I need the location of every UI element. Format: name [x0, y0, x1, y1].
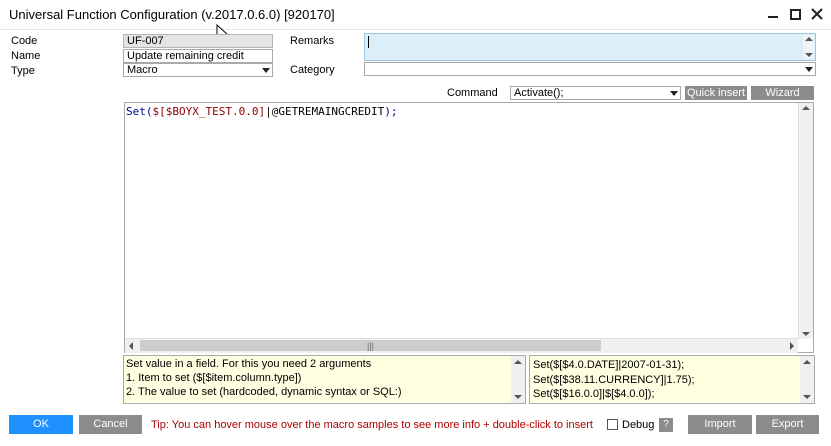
scroll-up-icon [802, 106, 810, 110]
macro-sample-item[interactable]: Set($[$38.11.CURRENCY]|1.75); [533, 373, 695, 388]
scroll-right-icon [790, 342, 794, 350]
maximize-button[interactable] [786, 5, 804, 23]
command-value: Activate(); [514, 87, 564, 99]
command-select[interactable]: Activate(); [510, 86, 681, 100]
macro-sample-item[interactable]: Set($[$4.0.DATE]|2007-01-31); [533, 358, 695, 373]
macro-editor[interactable] [124, 102, 814, 353]
text-caret [368, 36, 369, 48]
code-field-ref: $[$BOYX_TEST.0.0] [152, 105, 266, 118]
code-label: Code [11, 35, 38, 47]
ok-button[interactable]: OK [9, 415, 73, 434]
type-label: Type [11, 65, 35, 77]
chevron-down-icon [261, 65, 270, 76]
quick-insert-button[interactable]: Quick insert [685, 86, 747, 100]
chevron-down-icon [669, 88, 678, 99]
import-button[interactable]: Import [688, 415, 752, 434]
help-line: 2. The value to set (hardcoded, dynamic … [126, 386, 402, 398]
type-value: Macro [127, 64, 158, 76]
category-select[interactable] [364, 62, 816, 76]
scroll-up-icon [514, 360, 522, 364]
code-separator: | [265, 105, 272, 118]
horizontal-scroll-thumb[interactable]: ||| [140, 340, 601, 351]
close-button[interactable] [808, 5, 826, 23]
scroll-up-icon [803, 360, 811, 364]
scroll-down-icon [514, 395, 522, 399]
code-close: ); [384, 105, 398, 118]
remarks-label: Remarks [290, 35, 335, 47]
debug-label: Debug [622, 419, 655, 431]
macro-sample-item[interactable]: Set($[$16.0.0]|$[$4.0.0]); [533, 387, 695, 402]
code-field[interactable]: UF-007 [123, 34, 273, 48]
name-label: Name [11, 50, 41, 62]
maximize-icon [789, 8, 801, 20]
help-line: 1. Item to set ($[$item.column.type]) [126, 372, 302, 384]
type-select[interactable]: Macro [123, 63, 273, 77]
chevron-down-icon [804, 64, 813, 75]
macro-samples-list: Set($[$4.0.DATE]|2007-01-31); Set($[$38.… [533, 358, 695, 402]
remarks-field[interactable] [364, 33, 816, 61]
editor-vertical-scrollbar[interactable] [798, 103, 813, 339]
code-argument: @GETREMAINGCREDIT [271, 105, 385, 118]
wizard-button[interactable]: Wizard [751, 86, 814, 100]
code-function: Set( [126, 105, 153, 118]
help-text: Set value in a field. For this you need … [126, 357, 402, 399]
command-label: Command [447, 87, 498, 99]
macro-code[interactable]: Set($[$BOYX_TEST.0.0]|@GETREMAINGCREDIT)… [126, 105, 398, 118]
samples-scrollbar[interactable] [800, 356, 814, 403]
remarks-scrollbar[interactable] [803, 35, 814, 59]
minimize-button[interactable] [764, 5, 782, 23]
window-title: Universal Function Configuration (v.2017… [9, 7, 335, 22]
scroll-left-icon [129, 342, 133, 350]
scroll-down-icon [805, 53, 813, 57]
cancel-button[interactable]: Cancel [79, 415, 142, 434]
name-field[interactable]: Update remaining credit [123, 49, 273, 63]
category-label: Category [290, 64, 335, 76]
export-button[interactable]: Export [756, 415, 819, 434]
scroll-down-icon [803, 395, 811, 399]
debug-checkbox[interactable] [607, 419, 618, 430]
help-scrollbar[interactable] [511, 356, 525, 403]
help-line: Set value in a field. For this you need … [126, 358, 372, 370]
close-icon [811, 8, 823, 20]
tip-text: Tip: You can hover mouse over the macro … [151, 419, 593, 431]
scroll-down-icon [802, 332, 810, 336]
minimize-icon [768, 16, 778, 18]
scroll-up-icon [805, 37, 813, 41]
help-button[interactable]: ? [659, 418, 673, 432]
